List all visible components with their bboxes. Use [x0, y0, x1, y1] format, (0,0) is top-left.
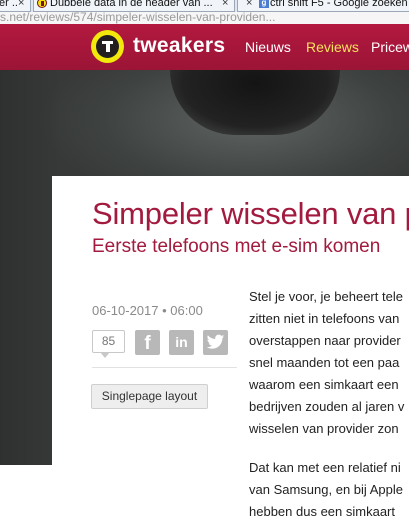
tab-title: Dubbele data in de header van ...	[50, 0, 213, 9]
comment-bubble-tail	[100, 352, 110, 358]
paragraph-line: wisselen van provider zon	[249, 421, 399, 436]
close-icon[interactable]: ×	[246, 0, 252, 10]
article-title: Simpeler wisselen van pr	[92, 196, 409, 231]
close-icon[interactable]: ×	[18, 0, 24, 10]
singlepage-layout-button[interactable]: Singlepage layout	[91, 384, 208, 409]
paragraph-line: Stel je voor, je beheert tele	[249, 289, 403, 304]
divider	[92, 367, 237, 368]
paragraph-line: waarom een simkaart een	[249, 377, 399, 392]
paragraph-line: hebben dus een simkaart	[249, 504, 395, 519]
article-paragraph: Dat kan met een relatief ni van Samsung,…	[249, 457, 403, 521]
nav-item-nieuws[interactable]: Nieuws	[245, 39, 291, 55]
facebook-icon[interactable]: f	[135, 330, 160, 355]
tweakers-favicon-icon	[37, 0, 47, 8]
paragraph-line: snel maanden tot een paa	[249, 355, 400, 370]
comment-count-button[interactable]: 85	[92, 330, 125, 353]
close-icon[interactable]: ×	[222, 0, 228, 10]
paragraph-line: Dat kan met een relatief ni	[249, 460, 401, 475]
url-text[interactable]: s.net/reviews/574/simpeler-wisselen-van-…	[0, 12, 275, 24]
article-card: Simpeler wisselen van pr Eerste telefoon…	[52, 176, 409, 521]
nav-item-pricewatch[interactable]: Pricew	[371, 39, 409, 55]
article-paragraph: Stel je voor, je beheert tele zitten nie…	[249, 286, 404, 440]
tab-title: ctrl shift F5 - Google zoeken	[270, 0, 408, 9]
linkedin-icon[interactable]: in	[169, 330, 194, 355]
browser-tab[interactable]: er ... ×	[0, 0, 31, 12]
paragraph-line: zitten niet in telefoons van	[249, 311, 400, 326]
paragraph-line: van Samsung, en bij Apple	[249, 482, 403, 497]
site-header: tweakers Nieuws Reviews Pricew	[0, 24, 409, 70]
tweakers-logo-icon[interactable]	[91, 30, 124, 63]
article-subtitle: Eerste telefoons met e-sim komen	[92, 236, 381, 257]
paragraph-line: overstappen naar provider	[249, 333, 401, 348]
browser-tab-strip: er ... × Dubbele data in de header van .…	[0, 0, 409, 12]
browser-tab[interactable]: × g ctrl shift F5 - Google zoeken	[237, 0, 409, 12]
google-favicon-icon: g	[259, 0, 269, 8]
browser-tab-active[interactable]: Dubbele data in de header van ... ×	[33, 0, 235, 12]
publish-date: 06-10-2017 • 06:00	[92, 303, 203, 318]
twitter-icon[interactable]	[203, 330, 228, 355]
tab-title: er ...	[0, 0, 17, 9]
nav-item-reviews[interactable]: Reviews	[306, 39, 359, 55]
paragraph-line: bedrijven zouden al jaren v	[249, 399, 405, 414]
address-bar[interactable]: s.net/reviews/574/simpeler-wisselen-van-…	[0, 12, 409, 24]
logo-text[interactable]: tweakers	[133, 34, 225, 58]
